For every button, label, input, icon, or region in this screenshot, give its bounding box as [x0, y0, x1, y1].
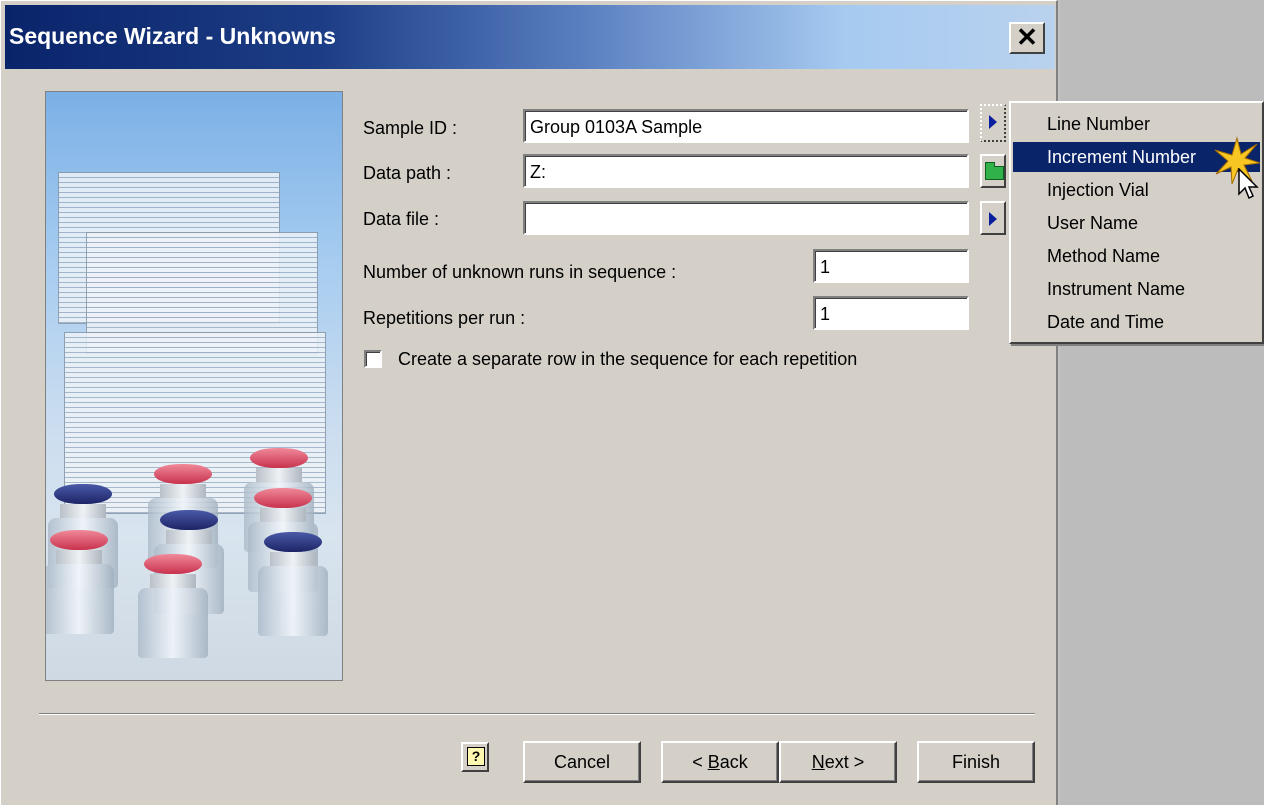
separator	[39, 713, 1035, 715]
repetitions-input[interactable]: 1	[813, 296, 969, 330]
next-button[interactable]: Next >	[779, 741, 897, 783]
data-path-label: Data path :	[363, 163, 452, 183]
wizard-illustration	[45, 91, 343, 681]
help-button[interactable]: ?	[461, 742, 489, 772]
vial-graphic	[258, 532, 328, 636]
separate-row-checkbox[interactable]	[364, 350, 382, 368]
finish-button[interactable]: Finish	[917, 741, 1035, 783]
arrow-right-icon	[989, 115, 997, 129]
sequence-wizard-dialog: Sequence Wizard - Unknowns ✕ Sample ID :…	[0, 0, 1058, 805]
back-rest: ack	[719, 752, 748, 772]
close-button[interactable]: ✕	[1009, 22, 1045, 54]
vial-graphic	[138, 554, 208, 658]
browse-folder-button[interactable]	[980, 154, 1006, 188]
data-file-label: Data file :	[363, 209, 440, 229]
sample-id-label: Sample ID :	[363, 118, 458, 138]
mouse-pointer-icon	[1238, 168, 1259, 200]
num-runs-input[interactable]: 1	[813, 249, 969, 283]
arrow-right-icon	[989, 212, 997, 226]
next-rest: ext >	[824, 752, 865, 772]
window-title: Sequence Wizard - Unknowns	[9, 23, 336, 49]
back-button[interactable]: < Back	[661, 741, 779, 783]
back-accesskey: B	[707, 752, 720, 772]
data-file-input[interactable]	[523, 201, 969, 235]
menu-item-instrument-name[interactable]: Instrument Name	[1013, 274, 1260, 304]
menu-item-method-name[interactable]: Method Name	[1013, 241, 1260, 271]
close-icon: ✕	[1016, 22, 1038, 52]
repetitions-label: Repetitions per run :	[363, 308, 526, 328]
menu-item-date-and-time[interactable]: Date and Time	[1013, 307, 1260, 337]
title-bar[interactable]: Sequence Wizard - Unknowns ✕	[5, 5, 1055, 69]
num-runs-label: Number of unknown runs in sequence :	[363, 262, 677, 282]
back-prefix: <	[692, 752, 708, 772]
next-accesskey: N	[811, 752, 825, 772]
data-path-input[interactable]: Z:	[523, 154, 969, 188]
menu-item-user-name[interactable]: User Name	[1013, 208, 1260, 238]
menu-item-line-number[interactable]: Line Number	[1013, 109, 1260, 139]
cancel-button[interactable]: Cancel	[523, 741, 641, 783]
insert-field-button[interactable]	[980, 104, 1006, 142]
insert-field-button-data-file[interactable]	[980, 201, 1006, 235]
help-icon: ?	[467, 747, 485, 766]
sample-id-input[interactable]: Group 0103A Sample	[523, 109, 969, 143]
vial-graphic	[46, 530, 114, 634]
folder-open-icon	[985, 162, 1004, 180]
separate-row-label[interactable]: Create a separate row in the sequence fo…	[398, 349, 857, 370]
